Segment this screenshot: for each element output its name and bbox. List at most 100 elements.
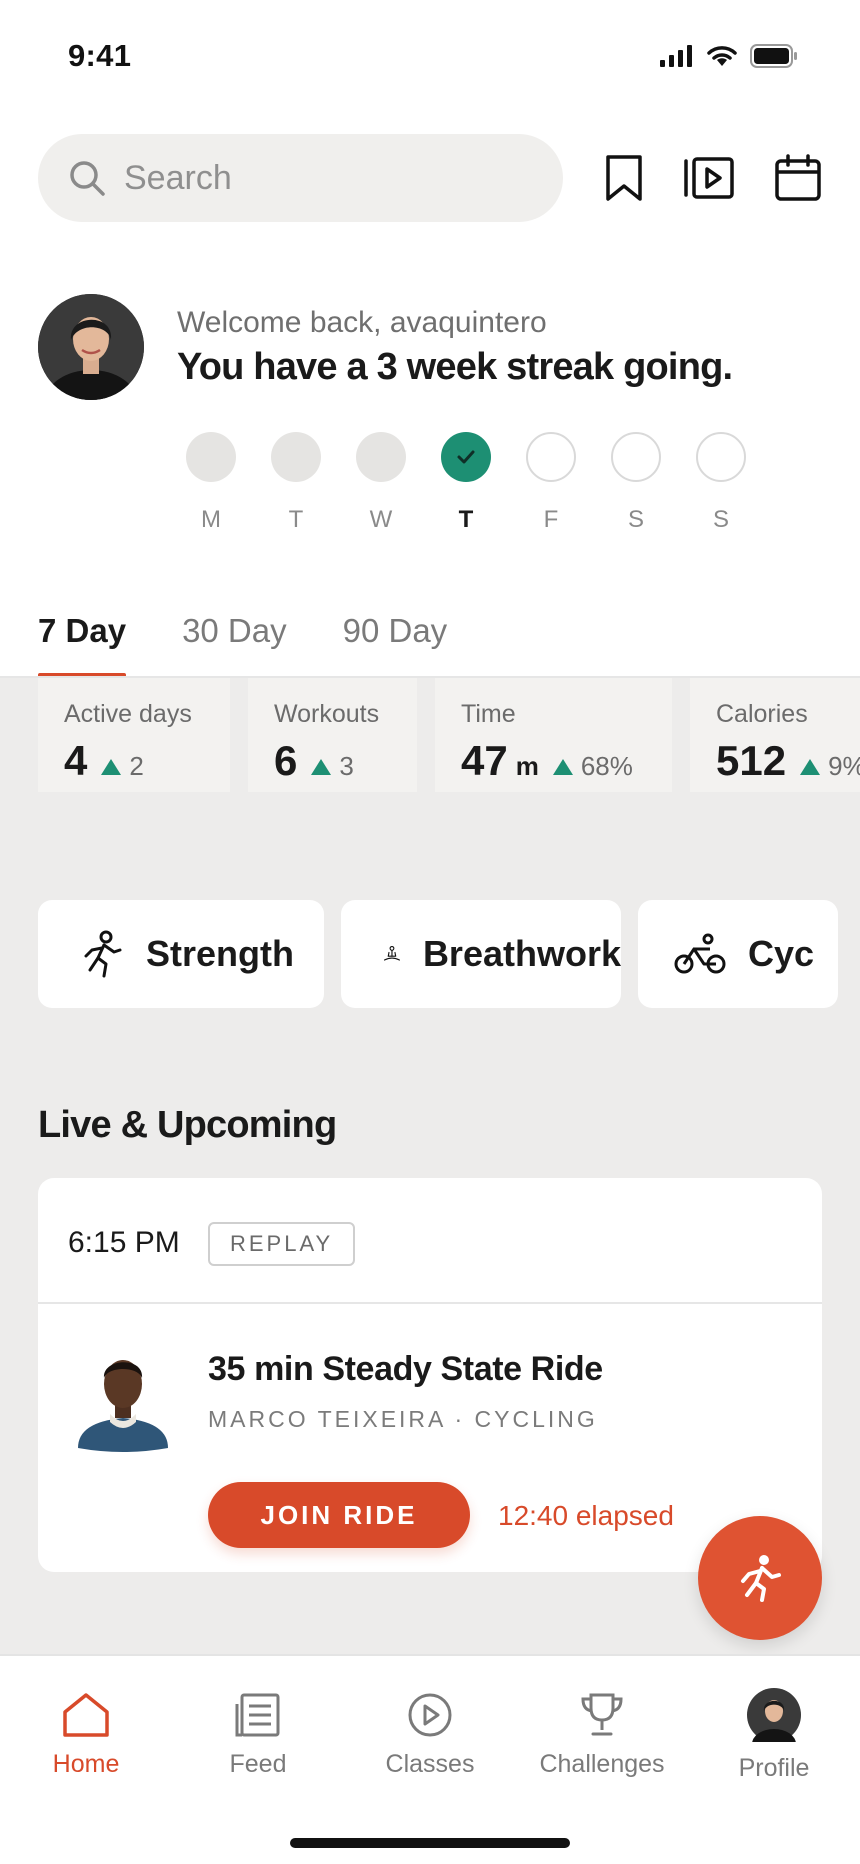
stats-carousel[interactable]: Active days 4 2 Workouts 6 3 Time 47 m 6…	[38, 678, 860, 792]
day-label: F	[543, 506, 559, 533]
category-cycling[interactable]: Cyc	[638, 900, 838, 1008]
stat-value-row: 6 3	[274, 737, 417, 785]
stat-value: 512	[716, 737, 787, 784]
welcome-subtitle: Welcome back, avaquintero	[177, 306, 547, 339]
streak-day-today: T	[441, 432, 491, 534]
section-title: Live & Upcoming	[38, 1104, 337, 1146]
day-complete-dot	[186, 432, 236, 482]
trophy-icon	[581, 1693, 623, 1736]
start-workout-button[interactable]	[698, 1516, 822, 1640]
trend-up-icon	[101, 759, 122, 775]
category-breathwork[interactable]: Breathwork	[341, 900, 621, 1008]
stat-card-workouts[interactable]: Workouts 6 3	[248, 678, 417, 792]
meditation-icon	[383, 945, 401, 961]
home-indicator	[290, 1838, 570, 1848]
instructor-avatar[interactable]	[78, 1344, 168, 1454]
streak-day: F	[526, 432, 576, 534]
streak-day: S	[696, 432, 746, 534]
card-divider	[38, 1302, 822, 1304]
category-label: Breathwork	[422, 933, 621, 974]
stat-delta: 2	[129, 751, 144, 781]
stat-card-calories[interactable]: Calories 512 9%	[690, 678, 860, 792]
class-card[interactable]: 6:15 PM REPLAY 35 min Steady State Ride …	[38, 1178, 822, 1572]
calendar-button[interactable]	[771, 150, 825, 206]
battery-icon	[750, 44, 797, 68]
bookmark-button[interactable]	[597, 150, 651, 206]
stat-label: Active days	[64, 700, 192, 728]
video-library-button[interactable]	[682, 150, 736, 206]
nav-label: Challenges	[539, 1750, 665, 1778]
day-label: S	[712, 506, 729, 533]
status-time: 9:41	[68, 38, 132, 73]
stat-card-active-days[interactable]: Active days 4 2	[38, 678, 230, 792]
stat-delta: 9%	[828, 751, 860, 781]
stat-delta: 68%	[580, 751, 633, 781]
stat-value-row: 4 2	[64, 737, 230, 785]
check-icon	[441, 432, 491, 482]
category-label: Strength	[146, 933, 294, 974]
class-time: 6:15 PM	[68, 1226, 180, 1259]
streak-day: W	[356, 432, 406, 534]
day-empty-dot	[696, 432, 746, 482]
stat-value: 47	[461, 737, 508, 784]
stat-label: Workouts	[274, 700, 380, 728]
stat-card-time[interactable]: Time 47 m 68%	[435, 678, 672, 792]
tab-30-day[interactable]: 30 Day	[182, 612, 287, 678]
nav-label: Home	[52, 1750, 120, 1778]
nav-label: Feed	[229, 1750, 287, 1778]
status-icons	[660, 44, 798, 68]
day-complete-dot	[271, 432, 321, 482]
nav-classes[interactable]: Classes	[344, 1692, 516, 1779]
stat-delta: 3	[339, 751, 354, 781]
period-tabs: 7 Day 30 Day 90 Day	[38, 612, 447, 678]
signal-icon	[660, 45, 692, 67]
weekly-streak: M T W T F S S	[186, 432, 746, 534]
play-circle-icon	[408, 1693, 452, 1737]
stat-value: 6	[274, 737, 298, 784]
stat-value-row: 47 m 68%	[461, 737, 672, 785]
bookmark-icon	[606, 155, 642, 201]
nav-profile[interactable]: Profile	[688, 1688, 860, 1783]
day-empty-dot	[611, 432, 661, 482]
streak-title: You have a 3 week streak going.	[177, 346, 733, 388]
home-icon	[63, 1693, 109, 1737]
nav-feed[interactable]: Feed	[172, 1692, 344, 1779]
day-empty-dot	[526, 432, 576, 482]
day-label: S	[627, 506, 644, 533]
stat-unit: m	[515, 751, 539, 781]
home-screen: 9:41 Search Welcome back, avaquintero Yo…	[0, 0, 860, 1864]
streak-day: S	[611, 432, 661, 534]
wifi-icon	[707, 46, 737, 66]
trend-up-icon	[552, 759, 573, 775]
nav-challenges[interactable]: Challenges	[516, 1692, 688, 1779]
trend-up-icon	[311, 759, 332, 775]
search-input[interactable]	[124, 158, 504, 198]
stat-label: Calories	[716, 700, 808, 728]
category-carousel[interactable]: Strength Breathwork Cyc	[38, 900, 838, 1008]
category-strength[interactable]: Strength	[38, 900, 324, 1008]
strength-icon	[84, 930, 122, 978]
avatar	[747, 1688, 801, 1742]
elapsed-time: 12:40 elapsed	[498, 1500, 674, 1531]
category-label: Cyc	[748, 933, 815, 974]
tab-90-day[interactable]: 90 Day	[343, 612, 448, 678]
day-label: T	[458, 506, 474, 533]
status-bar: 9:41	[0, 0, 860, 110]
stat-value-row: 512 9%	[716, 737, 860, 785]
user-avatar[interactable]	[38, 294, 144, 400]
day-label: M	[201, 506, 221, 533]
video-library-icon	[684, 157, 734, 199]
runner-icon	[741, 1555, 781, 1602]
feed-icon	[235, 1693, 280, 1737]
search-bar[interactable]	[38, 134, 563, 222]
join-ride-button[interactable]: JOIN RIDE	[208, 1482, 470, 1548]
replay-badge: REPLAY	[208, 1222, 356, 1266]
nav-home[interactable]: Home	[0, 1692, 172, 1779]
bottom-nav: Home Feed Classes Challenges Profile	[0, 1654, 860, 1864]
day-label: T	[288, 506, 304, 533]
trend-up-icon	[800, 759, 821, 775]
tab-7-day[interactable]: 7 Day	[38, 612, 127, 678]
day-complete-dot	[356, 432, 406, 482]
nav-label: Profile	[738, 1754, 810, 1782]
day-label: W	[369, 506, 393, 533]
